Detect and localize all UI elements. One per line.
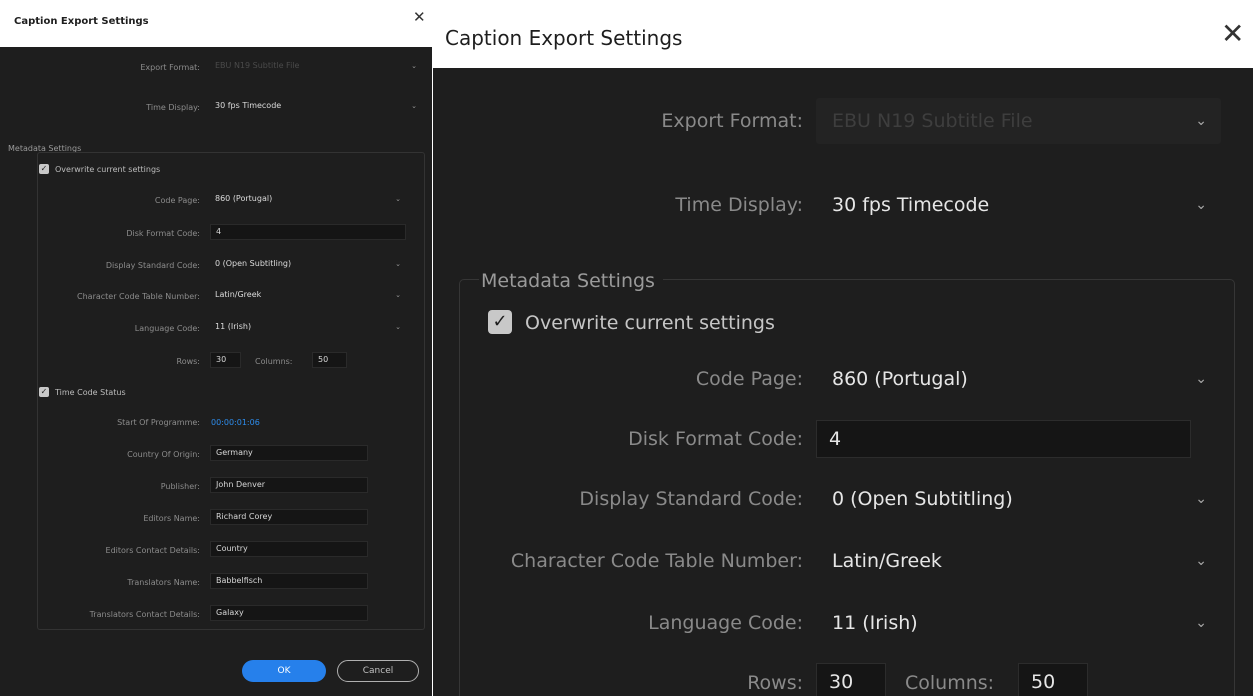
- time-display-label: Time Display:: [146, 103, 200, 112]
- editors-contact-label: Editors Contact Details:: [105, 546, 200, 555]
- caption-export-dialog-zoomed: Caption Export Settings ✕ Export Format:…: [433, 0, 1253, 696]
- time-code-status-checkbox[interactable]: ✓: [39, 387, 49, 397]
- code-page-label-zoomed: Code Page:: [695, 368, 803, 390]
- display-standard-code-select-zoomed[interactable]: 0 (Open Subtitling) ⌄: [816, 476, 1221, 522]
- rows-input[interactable]: 30: [210, 352, 241, 368]
- code-page-value: 860 (Portugal): [215, 194, 273, 203]
- language-code-label: Language Code:: [134, 324, 200, 333]
- ok-button[interactable]: OK: [242, 660, 326, 682]
- character-code-table-value-zoomed: Latin/Greek: [832, 550, 942, 572]
- language-code-value-zoomed: 11 (Irish): [832, 612, 918, 634]
- translators-name-label: Translators Name:: [127, 578, 200, 587]
- code-page-label: Code Page:: [154, 196, 200, 205]
- chevron-down-icon: ⌄: [1195, 197, 1207, 213]
- chevron-down-icon: ⌄: [1195, 553, 1207, 569]
- translators-name-input[interactable]: Babbelfisch: [210, 573, 368, 589]
- time-display-value: 30 fps Timecode: [215, 101, 282, 110]
- overwrite-label: Overwrite current settings: [55, 165, 161, 174]
- chevron-down-icon: ⌄: [395, 260, 401, 268]
- chevron-down-icon: ⌄: [395, 323, 401, 331]
- disk-format-code-input-zoomed[interactable]: 4: [816, 420, 1191, 458]
- export-format-select[interactable]: EBU N19 Subtitle File ⌄: [210, 58, 422, 74]
- display-standard-code-select[interactable]: 0 (Open Subtitling) ⌄: [210, 256, 406, 272]
- disk-format-code-label: Disk Format Code:: [126, 229, 200, 238]
- columns-input[interactable]: 50: [312, 352, 347, 368]
- close-icon[interactable]: ✕: [1221, 20, 1244, 48]
- rows-label-zoomed: Rows:: [747, 672, 803, 694]
- chevron-down-icon: ⌄: [411, 102, 417, 110]
- chevron-down-icon: ⌄: [395, 291, 401, 299]
- overwrite-checkbox[interactable]: ✓: [39, 164, 49, 174]
- character-code-table-label-zoomed: Character Code Table Number:: [510, 550, 803, 572]
- export-format-select-zoomed[interactable]: EBU N19 Subtitle File ⌄: [816, 98, 1221, 144]
- disk-format-code-label-zoomed: Disk Format Code:: [628, 428, 803, 450]
- language-code-label-zoomed: Language Code:: [648, 612, 803, 634]
- chevron-down-icon: ⌄: [1195, 491, 1207, 507]
- character-code-table-label: Character Code Table Number:: [77, 292, 200, 301]
- chevron-down-icon: ⌄: [1195, 615, 1207, 631]
- code-page-value-zoomed: 860 (Portugal): [832, 368, 968, 390]
- time-code-status-label: Time Code Status: [55, 388, 126, 397]
- publisher-input[interactable]: John Denver: [210, 477, 368, 493]
- editors-name-input[interactable]: Richard Corey: [210, 509, 368, 525]
- columns-label-zoomed: Columns:: [905, 672, 995, 694]
- character-code-table-value: Latin/Greek: [215, 290, 262, 299]
- language-code-select-zoomed[interactable]: 11 (Irish) ⌄: [816, 600, 1221, 646]
- translators-contact-label: Translators Contact Details:: [89, 610, 200, 619]
- time-display-value-zoomed: 30 fps Timecode: [832, 194, 990, 216]
- overwrite-checkbox-zoomed[interactable]: ✓: [488, 310, 512, 334]
- export-format-label-zoomed: Export Format:: [661, 110, 803, 132]
- time-display-select-zoomed[interactable]: 30 fps Timecode ⌄: [816, 182, 1221, 228]
- display-standard-code-label: Display Standard Code:: [105, 261, 200, 270]
- display-standard-code-value: 0 (Open Subtitling): [215, 259, 292, 268]
- metadata-settings-heading-zoomed: Metadata Settings: [479, 270, 663, 292]
- start-of-programme-label: Start Of Programme:: [117, 418, 200, 427]
- editors-name-label: Editors Name:: [143, 514, 200, 523]
- editors-contact-input[interactable]: Country: [210, 541, 368, 557]
- columns-input-zoomed[interactable]: 50: [1018, 663, 1088, 696]
- chevron-down-icon: ⌄: [395, 195, 401, 203]
- chevron-down-icon: ⌄: [411, 62, 417, 70]
- chevron-down-icon: ⌄: [1195, 113, 1207, 129]
- export-format-value: EBU N19 Subtitle File: [215, 61, 300, 70]
- rows-label: Rows:: [176, 357, 201, 366]
- disk-format-code-input[interactable]: 4: [210, 224, 406, 240]
- dialog-title-bar-zoomed: Caption Export Settings ✕: [433, 0, 1253, 68]
- dialog-title: Caption Export Settings: [14, 16, 149, 27]
- translators-contact-input[interactable]: Galaxy: [210, 605, 368, 621]
- country-of-origin-label: Country Of Origin:: [127, 450, 200, 459]
- caption-export-dialog-small: Caption Export Settings ✕ Export Format:…: [0, 0, 432, 696]
- overwrite-label-zoomed: Overwrite current settings: [525, 312, 775, 334]
- time-display-label-zoomed: Time Display:: [675, 194, 803, 216]
- country-of-origin-input[interactable]: Germany: [210, 445, 368, 461]
- close-icon[interactable]: ✕: [413, 10, 426, 25]
- code-page-select-zoomed[interactable]: 860 (Portugal) ⌄: [816, 356, 1221, 402]
- start-of-programme-timecode[interactable]: 00:00:01:06: [211, 418, 260, 427]
- code-page-select[interactable]: 860 (Portugal) ⌄: [210, 191, 406, 207]
- display-standard-code-label-zoomed: Display Standard Code:: [579, 488, 803, 510]
- columns-label: Columns:: [255, 357, 293, 366]
- export-format-label: Export Format:: [140, 63, 200, 72]
- chevron-down-icon: ⌄: [1195, 371, 1207, 387]
- character-code-table-select-zoomed[interactable]: Latin/Greek ⌄: [816, 538, 1221, 584]
- dialog-title-bar: Caption Export Settings ✕: [0, 0, 432, 47]
- time-display-select[interactable]: 30 fps Timecode ⌄: [210, 98, 422, 114]
- display-standard-code-value-zoomed: 0 (Open Subtitling): [832, 488, 1013, 510]
- dialog-title-zoomed: Caption Export Settings: [445, 26, 683, 50]
- language-code-select[interactable]: 11 (Irish) ⌄: [210, 319, 406, 335]
- export-format-value-zoomed: EBU N19 Subtitle File: [832, 110, 1033, 132]
- cancel-button[interactable]: Cancel: [337, 660, 419, 682]
- rows-input-zoomed[interactable]: 30: [816, 663, 886, 696]
- language-code-value: 11 (Irish): [215, 322, 252, 331]
- character-code-table-select[interactable]: Latin/Greek ⌄: [210, 287, 406, 303]
- publisher-label: Publisher:: [160, 482, 200, 491]
